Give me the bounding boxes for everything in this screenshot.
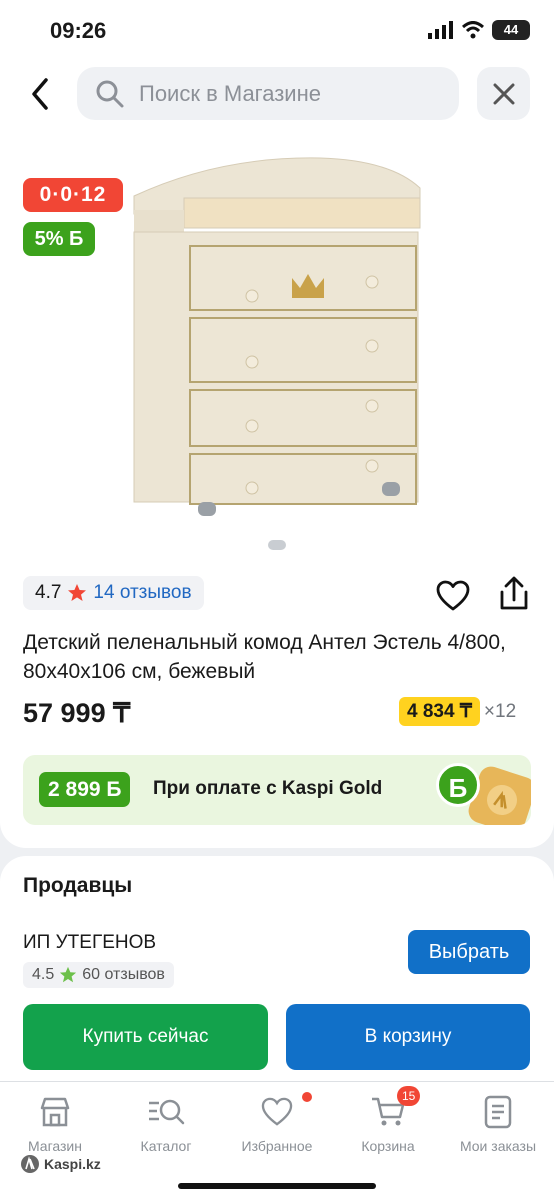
reviews-link[interactable]: 14 отзывов — [93, 582, 191, 604]
nav-item-catalog[interactable]: Каталог — [111, 1092, 221, 1154]
rating-chip[interactable]: 4.7 14 отзывов — [23, 576, 204, 610]
gold-banner-text: При оплате с Kaspi Gold — [153, 778, 383, 799]
nav-item-cart[interactable]: 15 Корзина — [333, 1086, 443, 1154]
orders-icon — [484, 1095, 512, 1129]
nav-label-cart: Корзина — [361, 1138, 415, 1154]
favorites-dot — [302, 1092, 312, 1102]
nav-label-favorites: Избранное — [241, 1138, 313, 1154]
heart-icon — [436, 580, 470, 611]
monthly-payment: 4 834 ₸ ×12 — [399, 697, 516, 726]
add-to-cart-button[interactable]: В корзину — [286, 1004, 530, 1070]
header: Поиск в Магазине — [0, 60, 554, 130]
heart-icon — [261, 1097, 293, 1126]
gold-bonus-amount: 2 899 Б — [39, 772, 131, 807]
back-button[interactable] — [24, 74, 58, 114]
sellers-title: Продавцы — [23, 874, 133, 897]
store-icon — [40, 1097, 70, 1127]
home-indicator — [178, 1183, 376, 1189]
watermark-text: Kaspi.kz — [44, 1156, 101, 1172]
kaspi-watermark: Kaspi.kz — [20, 1154, 101, 1174]
product-title: Детский пеленальный комод Антел Эстель 4… — [23, 631, 506, 683]
bonus-coin-icon: Б — [436, 763, 480, 807]
seller-name: ИП УТЕГЕНОВ — [23, 932, 157, 953]
rating-value: 4.7 — [35, 582, 62, 603]
close-icon — [493, 83, 514, 104]
product-image[interactable] — [120, 148, 430, 530]
battery-indicator: 44 — [492, 20, 530, 40]
monthly-payment-badge: 4 834 ₸ — [399, 697, 480, 726]
share-button[interactable] — [497, 576, 531, 612]
installment-badge: 0·0·12 — [23, 178, 123, 212]
cart-count-badge: 15 — [397, 1086, 421, 1106]
kaspi-gold-banner[interactable]: 2 899 Б При оплате с Kaspi Gold Б — [23, 755, 531, 825]
signal-icon — [428, 21, 453, 39]
status-icons: 44 — [428, 20, 530, 40]
wifi-icon — [462, 21, 484, 39]
nav-item-store[interactable]: Магазин — [0, 1092, 110, 1154]
search-input[interactable]: Поиск в Магазине — [77, 67, 459, 120]
choose-seller-button[interactable]: Выбрать — [408, 930, 530, 974]
catalog-icon — [149, 1099, 185, 1125]
status-time: 09:26 — [50, 18, 107, 43]
star-icon — [60, 966, 77, 983]
bonus-badge: 5% Б — [23, 222, 95, 256]
kaspi-logo-icon — [21, 1155, 39, 1173]
search-placeholder: Поиск в Магазине — [139, 80, 321, 106]
nav-item-orders[interactable]: Мои заказы — [443, 1092, 553, 1154]
nav-label-store: Магазин — [27, 1138, 82, 1154]
sellers-card: Продавцы ИП УТЕГЕНОВ 4.5 60 отзывов Выбр… — [0, 856, 554, 1086]
monthly-term: ×12 — [483, 700, 517, 722]
product-card: 0·0·12 5% Б 4.7 14 отзывов Детский пелен… — [0, 130, 554, 848]
chevron-left-icon — [32, 78, 48, 110]
favorite-button[interactable] — [436, 580, 470, 612]
seller-rating-value: 4.5 — [32, 966, 55, 983]
seller-reviews: 60 отзывов — [82, 966, 165, 983]
seller-rating[interactable]: 4.5 60 отзывов — [23, 962, 174, 988]
nav-label-catalog: Каталог — [140, 1138, 192, 1154]
nav-item-favorites[interactable]: Избранное — [222, 1092, 332, 1154]
share-icon — [500, 576, 528, 610]
nav-label-orders: Мои заказы — [459, 1138, 537, 1154]
product-price: 57 999 ₸ — [23, 698, 131, 728]
buy-now-button[interactable]: Купить сейчас — [23, 1004, 268, 1070]
image-pagination-dots — [268, 540, 286, 550]
search-icon — [96, 80, 124, 107]
status-bar: 09:26 44 — [0, 0, 554, 60]
close-button[interactable] — [477, 67, 530, 120]
star-icon — [68, 584, 87, 601]
